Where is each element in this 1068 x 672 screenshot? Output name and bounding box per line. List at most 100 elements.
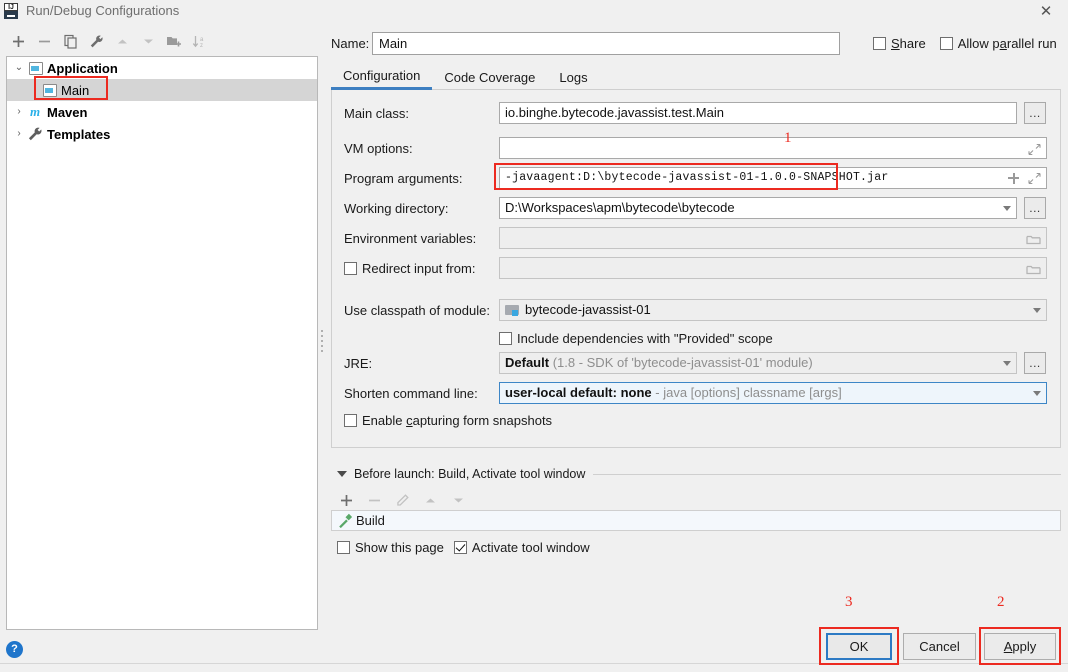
checkbox-box[interactable] <box>939 36 953 50</box>
enable-form-snapshots-label: Enable capturing form snapshots <box>362 412 553 428</box>
expand-icon[interactable] <box>1028 142 1041 155</box>
enable-form-snapshots-checkbox[interactable]: Enable capturing form snapshots <box>344 413 552 428</box>
copy-icon[interactable] <box>58 29 82 53</box>
vm-options-input[interactable] <box>499 137 1047 159</box>
include-provided-label: Include dependencies with "Provided" sco… <box>517 330 773 346</box>
header-checkboxes: Share Allow parallel run <box>873 36 1057 51</box>
folder-icon[interactable] <box>1026 262 1041 275</box>
checkbox-box[interactable] <box>453 540 467 554</box>
sort-az-icon[interactable]: a z <box>188 29 212 53</box>
include-provided-checkbox[interactable]: Include dependencies with "Provided" sco… <box>499 331 773 346</box>
tree-item-templates[interactable]: › Templates <box>7 123 317 145</box>
checkbox-box[interactable] <box>344 413 357 427</box>
wrench-icon <box>27 126 43 142</box>
checkbox-box[interactable] <box>337 540 350 554</box>
tree-item-application[interactable]: ⌄ Application <box>7 57 317 79</box>
redirect-input-row: Redirect input from: <box>344 256 1050 280</box>
activate-tool-window-label: Activate tool window <box>471 539 590 555</box>
before-launch-header[interactable]: Before launch: Build, Activate tool wind… <box>331 466 1061 482</box>
ellipsis-icon: ... <box>1029 356 1041 370</box>
jre-value-bold: Default <box>505 355 550 370</box>
jre-value: Default (1.8 - SDK of 'bytecode-javassis… <box>505 353 997 373</box>
edit-task-button[interactable] <box>390 488 414 512</box>
configurations-tree[interactable]: ⌄ Application Main › m Maven › Templates <box>6 56 318 630</box>
before-launch-options: Show this page Activate tool window <box>337 538 837 556</box>
working-directory-browse-button[interactable]: ... <box>1024 197 1046 219</box>
program-arguments-value: -javaagent:D:\bytecode-javassist-01-1.0.… <box>505 171 889 184</box>
move-task-up-button[interactable] <box>418 488 442 512</box>
use-classpath-of-module-combo[interactable]: bytecode-javassist-01 <box>499 299 1047 321</box>
panel-splitter[interactable] <box>321 330 325 352</box>
program-arguments-input[interactable]: -javaagent:D:\bytecode-javassist-01-1.0.… <box>499 167 1047 189</box>
chevron-right-icon[interactable]: › <box>11 107 27 117</box>
chevron-down-icon[interactable] <box>1003 205 1011 211</box>
ellipsis-icon: ... <box>1029 106 1041 120</box>
checkbox-box[interactable] <box>499 331 512 345</box>
vm-options-row: VM options: <box>344 136 1050 160</box>
environment-variables-input[interactable] <box>499 227 1047 249</box>
tab-logs[interactable]: Logs <box>547 64 599 90</box>
tree-item-main[interactable]: Main <box>7 79 317 101</box>
before-launch-divider <box>593 473 1061 475</box>
before-launch-task-list[interactable]: Build <box>331 510 1061 531</box>
shorten-command-line-combo[interactable]: user-local default: none - java [options… <box>499 382 1047 404</box>
cancel-button[interactable]: Cancel <box>903 633 976 660</box>
vm-options-label: VM options: <box>344 140 413 156</box>
help-button[interactable]: ? <box>6 641 23 658</box>
chevron-down-icon[interactable]: ⌄ <box>11 63 27 73</box>
remove-task-button[interactable] <box>362 488 386 512</box>
chevron-down-icon[interactable] <box>1033 390 1041 396</box>
triangle-down-icon[interactable] <box>337 471 347 477</box>
jre-value-detail: (1.8 - SDK of 'bytecode-javassist-01' mo… <box>552 355 813 370</box>
folder-icon[interactable] <box>1026 232 1041 245</box>
redirect-input-field[interactable] <box>499 257 1047 279</box>
redirect-input-checkbox[interactable]: Redirect input from: <box>344 261 499 276</box>
working-directory-row: Working directory: D:\Workspaces\apm\byt… <box>344 196 1050 220</box>
remove-configuration-button[interactable] <box>32 29 56 53</box>
share-label: Share <box>891 35 926 51</box>
tree-item-label: Templates <box>47 126 111 142</box>
folder-add-icon[interactable] <box>162 29 186 53</box>
tree-item-maven[interactable]: › m Maven <box>7 101 317 123</box>
jre-browse-button[interactable]: ... <box>1024 352 1046 374</box>
main-class-input[interactable]: io.binghe.bytecode.javassist.test.Main <box>499 102 1017 124</box>
working-directory-combo[interactable]: D:\Workspaces\apm\bytecode\bytecode <box>499 197 1017 219</box>
main-class-browse-button[interactable]: ... <box>1024 102 1046 124</box>
apply-button[interactable]: Apply <box>984 633 1056 660</box>
share-checkbox[interactable]: Share <box>873 36 926 51</box>
application-icon <box>27 60 43 76</box>
chevron-down-icon[interactable] <box>1003 360 1011 366</box>
annotation-number-2: 2 <box>997 594 1005 610</box>
title-bar: IJ Run/Debug Configurations <box>0 0 1068 21</box>
chevron-down-icon[interactable] <box>1033 307 1041 313</box>
arrow-down-icon[interactable] <box>136 29 160 53</box>
add-task-button[interactable] <box>334 488 358 512</box>
checkbox-box[interactable] <box>344 261 357 275</box>
arrow-up-icon[interactable] <box>110 29 134 53</box>
activate-tool-window-checkbox[interactable]: Activate tool window <box>453 539 590 555</box>
allow-parallel-run-checkbox[interactable]: Allow parallel run <box>939 36 1057 51</box>
close-icon[interactable]: ✕ <box>1024 0 1068 21</box>
chevron-right-icon[interactable]: › <box>11 129 27 139</box>
jre-combo[interactable]: Default (1.8 - SDK of 'bytecode-javassis… <box>499 352 1017 374</box>
shorten-command-line-label: Shorten command line: <box>344 385 478 401</box>
insert-macro-plus-icon[interactable] <box>1007 172 1020 185</box>
name-input[interactable]: Main <box>372 31 840 55</box>
main-class-value: io.binghe.bytecode.javassist.test.Main <box>505 105 724 120</box>
checkbox-box[interactable] <box>873 36 886 50</box>
tab-code-coverage[interactable]: Code Coverage <box>432 64 547 90</box>
expand-icon[interactable] <box>1028 172 1041 185</box>
add-configuration-button[interactable] <box>6 29 30 53</box>
main-class-label: Main class: <box>344 105 410 121</box>
redirect-input-label: Redirect input from: <box>362 260 476 276</box>
build-hammer-icon <box>337 513 354 529</box>
show-this-page-checkbox[interactable]: Show this page <box>337 540 444 555</box>
wrench-icon[interactable] <box>84 29 108 53</box>
move-task-down-button[interactable] <box>446 488 470 512</box>
module-icon <box>505 303 520 317</box>
ok-button[interactable]: OK <box>826 633 892 660</box>
bottom-separator <box>0 663 1068 664</box>
shorten-command-line-value: user-local default: none - java [options… <box>505 383 1027 403</box>
tab-configuration[interactable]: Configuration <box>331 64 433 90</box>
tree-item-label: Main <box>61 82 90 98</box>
